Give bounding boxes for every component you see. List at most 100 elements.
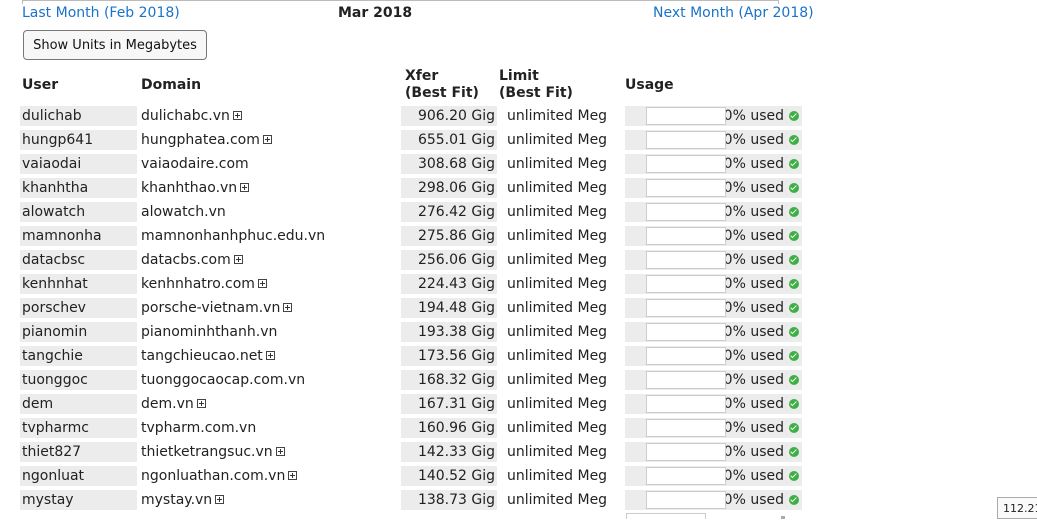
header-limit: Limit (Best Fit): [499, 68, 573, 102]
usage-percent: 0% used: [723, 108, 784, 124]
domain-name: pianominhthanh.vn: [141, 324, 278, 340]
next-month-link[interactable]: Next Month (Apr 2018): [653, 5, 814, 21]
domain-cell: tuonggocaocap.com.vn: [139, 370, 399, 390]
usage-percent: 0% used: [723, 300, 784, 316]
expand-plus-icon[interactable]: [215, 495, 225, 504]
table-row: datacbsc datacbs.com 256.06 Gig unlimited M…: [20, 248, 802, 272]
check-ok-icon: [789, 159, 799, 169]
expand-plus-icon[interactable]: [262, 135, 272, 144]
user-cell: hungp641: [20, 130, 137, 150]
expand-plus-icon[interactable]: [265, 351, 275, 360]
top-border-left: [22, 0, 23, 4]
header-xfer-subtitle: (Best Fit): [405, 85, 479, 101]
limit-cell: unlimited Meg: [507, 468, 608, 484]
expand-plus-icon[interactable]: [196, 399, 206, 408]
usage-percent: 0% used: [723, 204, 784, 220]
header-xfer-title: Xfer: [405, 68, 439, 84]
domain-cell: khanhthao.vn: [139, 178, 399, 198]
check-ok-icon: [789, 495, 799, 505]
usage-bar: [646, 419, 726, 437]
check-ok-icon: [789, 279, 799, 289]
domain-name: tangchieucao.net: [141, 348, 263, 364]
table-row: mystay mystay.vn 138.73 Gig unlimited Meg 0%…: [20, 488, 802, 512]
domain-cell: ngonluathan.com.vn: [139, 466, 399, 486]
domain-cell: mystay.vn: [139, 490, 399, 510]
expand-plus-icon[interactable]: [240, 183, 250, 192]
side-badge: 112.21: [997, 497, 1037, 519]
limit-cell: unlimited Meg: [507, 180, 608, 196]
limit-cell: unlimited Meg: [507, 156, 608, 172]
top-border: [22, 0, 779, 1]
limit-cell: unlimited Meg: [507, 444, 608, 460]
limit-cell: unlimited Meg: [507, 108, 608, 124]
usage-bar: [646, 443, 726, 461]
limit-cell: unlimited Meg: [507, 204, 608, 220]
table-row: ngonluat ngonluathan.com.vn 140.52 Gig unli…: [20, 464, 802, 488]
table-row: tuonggoc tuonggocaocap.com.vn 168.32 Gig un…: [20, 368, 802, 392]
table-row: pianomin pianominhthanh.vn 193.38 Gig unlim…: [20, 320, 802, 344]
usage-percent: 0% used: [723, 228, 784, 244]
domain-cell: vaiaodaire.com: [139, 154, 399, 174]
expand-plus-icon[interactable]: [288, 471, 298, 480]
xfer-cell: 160.96 Gig: [401, 418, 497, 438]
usage-percent: 0% used: [723, 348, 784, 364]
usage-bar: [646, 179, 726, 197]
xfer-cell: 655.01 Gig: [401, 130, 497, 150]
expand-plus-icon[interactable]: [283, 303, 293, 312]
expand-plus-icon[interactable]: [232, 111, 242, 120]
usage-bar: [646, 371, 726, 389]
domain-cell: thietketrangsuc.vn: [139, 442, 399, 462]
table-row: thiet827 thietketrangsuc.vn 142.33 Gig unli…: [20, 440, 802, 464]
usage-bar: [646, 395, 726, 413]
check-ok-icon: [789, 471, 799, 481]
limit-cell: unlimited Meg: [507, 396, 608, 412]
usage-percent: 0% used: [723, 492, 784, 508]
domain-name: dulichabc.vn: [141, 108, 230, 124]
expand-plus-icon[interactable]: [233, 255, 243, 264]
domain-name: mystay.vn: [141, 492, 213, 508]
limit-cell: unlimited Meg: [507, 348, 608, 364]
check-ok-icon: [789, 255, 799, 265]
user-cell: mamnonha: [20, 226, 137, 246]
limit-cell: unlimited Meg: [507, 300, 608, 316]
header-user: User: [22, 77, 59, 93]
usage-bar: [646, 155, 726, 173]
expand-plus-icon[interactable]: [257, 279, 267, 288]
user-cell: datacbsc: [20, 250, 137, 270]
xfer-cell: 256.06 Gig: [401, 250, 497, 270]
domain-cell: datacbs.com: [139, 250, 399, 270]
usage-percent: 0% used: [723, 252, 784, 268]
usage-percent: 0% used: [723, 396, 784, 412]
prev-month-link[interactable]: Last Month (Feb 2018): [22, 5, 180, 21]
usage-percent: 0% used: [723, 324, 784, 340]
xfer-cell: 224.43 Gig: [401, 274, 497, 294]
user-cell: dem: [20, 394, 137, 414]
usage-bar: [646, 491, 726, 509]
limit-cell: unlimited Meg: [507, 252, 608, 268]
user-cell: porschev: [20, 298, 137, 318]
user-cell: alowatch: [20, 202, 137, 222]
usage-bar: [646, 227, 726, 245]
domain-name: vaiaodaire.com: [141, 156, 249, 172]
user-cell: tuonggoc: [20, 370, 137, 390]
usage-bar: [646, 347, 726, 365]
usage-percent: 0% used: [723, 132, 784, 148]
expand-plus-icon[interactable]: [275, 447, 285, 456]
usage-bar: [646, 299, 726, 317]
header-usage: Usage: [625, 77, 674, 93]
show-megabytes-button[interactable]: Show Units in Megabytes: [23, 30, 207, 60]
current-month-label: Mar 2018: [338, 5, 413, 21]
usage-percent: 0% used: [723, 444, 784, 460]
xfer-cell: 193.38 Gig: [401, 322, 497, 342]
usage-bar: [646, 323, 726, 341]
domain-name: tvpharm.com.vn: [141, 420, 257, 436]
top-border-right: [778, 0, 779, 4]
domain-name: khanhthao.vn: [141, 180, 238, 196]
domain-name: datacbs.com: [141, 252, 231, 268]
usage-bar: [646, 131, 726, 149]
header-domain: Domain: [141, 77, 202, 93]
usage-percent: 0% used: [723, 180, 784, 196]
domain-name: kenhnhatro.com: [141, 276, 255, 292]
domain-cell: kenhnhatro.com: [139, 274, 399, 294]
user-cell: thiet827: [20, 442, 137, 462]
